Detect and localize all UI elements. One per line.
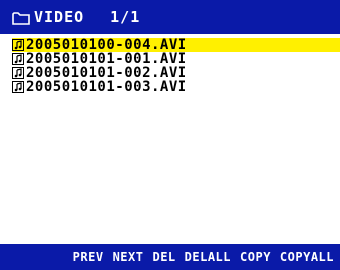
file-item[interactable]: 2005010101-001.AVI — [12, 51, 340, 67]
delete-all-button[interactable]: DELALL — [185, 250, 231, 264]
title-bar: VIDEO 1/1 — [0, 0, 340, 34]
copy-button[interactable]: COPY — [240, 250, 271, 264]
music-note-icon — [12, 67, 24, 79]
page-indicator: 1/1 — [110, 8, 141, 26]
file-item[interactable]: 2005010101-002.AVI — [12, 65, 340, 81]
bottom-toolbar: PREV NEXT DEL DELALL COPY COPYALL — [0, 244, 340, 270]
music-note-icon — [12, 53, 24, 65]
copy-all-button[interactable]: COPYALL — [280, 250, 334, 264]
file-item[interactable]: 2005010101-003.AVI — [12, 79, 340, 95]
folder-icon — [12, 10, 30, 25]
folder-title: VIDEO — [34, 8, 85, 26]
file-list: 2005010100-004.AVI 2005010101-001.AVI 20… — [12, 37, 340, 95]
music-note-icon — [12, 81, 24, 93]
delete-button[interactable]: DEL — [152, 250, 175, 264]
file-name: 2005010101-003.AVI — [26, 79, 187, 95]
music-note-icon — [12, 39, 24, 51]
file-item[interactable]: 2005010100-004.AVI — [12, 37, 340, 53]
prev-button[interactable]: PREV — [73, 250, 104, 264]
next-button[interactable]: NEXT — [113, 250, 144, 264]
